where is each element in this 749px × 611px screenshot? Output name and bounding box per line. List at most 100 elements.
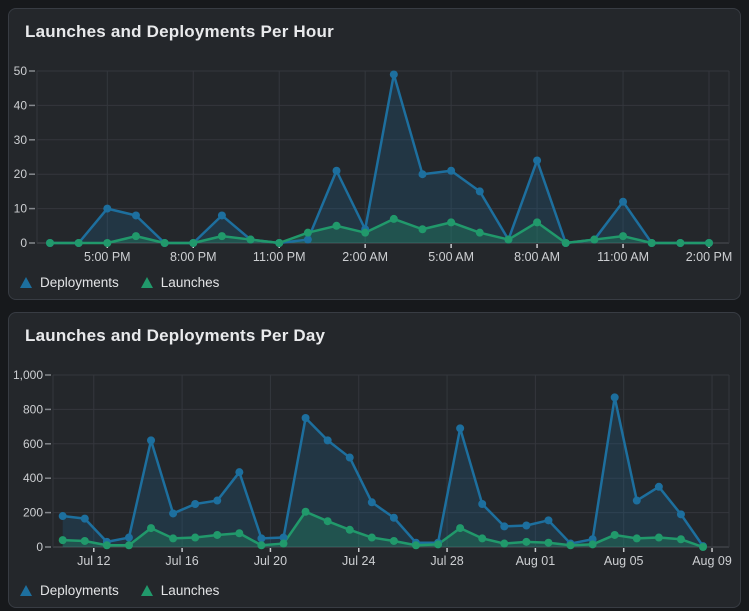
dot-deployments-3[interactable] [131,211,140,220]
dot-deployments-2[interactable] [103,204,112,213]
dot-deployments-13[interactable] [418,170,427,179]
dot-deployments-26[interactable] [632,496,641,505]
dot-deployments-10[interactable] [332,166,341,175]
dot-deployments-21[interactable] [522,521,531,530]
dot-deployments-18[interactable] [456,424,465,433]
dot-deployments-19[interactable] [478,500,487,508]
dot-launches-7[interactable] [213,530,222,539]
dot-launches-13[interactable] [345,525,354,534]
legend-item-deployments[interactable]: Deployments [20,275,119,290]
dot-launches-1[interactable] [80,536,89,545]
legend-label-deployments: Deployments [40,583,119,598]
dot-launches-21[interactable] [522,537,531,546]
dot-launches-11[interactable] [301,507,310,516]
dot-deployments-15[interactable] [475,187,484,196]
dot-launches-20[interactable] [619,232,628,241]
dot-deployments-20[interactable] [500,522,509,531]
dot-launches-23[interactable] [566,541,575,550]
dot-launches-25[interactable] [610,530,619,539]
dot-launches-7[interactable] [246,235,255,244]
dot-deployments-0[interactable] [58,512,67,521]
dot-launches-24[interactable] [588,540,597,549]
dot-launches-28[interactable] [676,535,685,544]
dot-deployments-22[interactable] [544,516,553,525]
daily-chart[interactable]: 0 200 400 600 800 1,000 Jul 12 Jul 16 Jul 20 Jul … [9,361,740,575]
legend-item-launches[interactable]: Launches [140,275,219,290]
x-axis-label: Jul 20 [254,554,287,568]
dot-deployments-6[interactable] [191,500,200,508]
dot-launches-9[interactable] [257,541,266,550]
dot-launches-17[interactable] [533,218,542,227]
dot-launches-5[interactable] [169,534,178,543]
dot-launches-4[interactable] [147,524,156,533]
dot-deployments-15[interactable] [389,513,398,522]
dot-launches-23[interactable] [704,239,713,247]
dot-deployments-12[interactable] [323,436,332,445]
dot-launches-22[interactable] [676,239,685,247]
dot-launches-18[interactable] [456,524,465,533]
dot-launches-9[interactable] [303,228,312,237]
dot-deployments-20[interactable] [619,197,628,206]
dot-launches-22[interactable] [544,538,553,547]
dot-deployments-8[interactable] [235,468,244,477]
dot-deployments-14[interactable] [447,166,456,175]
dot-launches-2[interactable] [102,541,111,550]
dot-deployments-7[interactable] [213,496,222,505]
dot-launches-19[interactable] [478,534,487,543]
dot-launches-5[interactable] [189,239,198,247]
dot-launches-0[interactable] [58,536,67,545]
dot-launches-16[interactable] [411,541,420,550]
dot-launches-11[interactable] [361,228,370,237]
dot-launches-13[interactable] [418,225,427,234]
hourly-chart[interactable]: 0 10 20 30 40 50 5:00 PM 8:00 PM 11:00 PM 2:00 AM… [9,57,740,271]
dot-deployments-9[interactable] [303,235,312,244]
dot-launches-1[interactable] [74,239,83,247]
dot-launches-18[interactable] [561,239,570,247]
dot-launches-16[interactable] [504,235,513,244]
dot-launches-27[interactable] [654,533,663,542]
dot-launches-12[interactable] [389,214,398,223]
dot-launches-12[interactable] [323,517,332,526]
dot-deployments-1[interactable] [80,514,89,523]
dot-launches-2[interactable] [103,239,112,247]
dot-deployments-9[interactable] [257,534,266,543]
dot-deployments-4[interactable] [147,436,156,445]
dot-launches-3[interactable] [131,232,140,241]
dot-deployments-6[interactable] [217,211,226,220]
dot-launches-10[interactable] [332,221,341,230]
dot-launches-4[interactable] [160,239,169,247]
dot-launches-21[interactable] [647,239,656,247]
dot-launches-14[interactable] [447,218,456,227]
legend-item-launches[interactable]: Launches [140,583,219,598]
dot-deployments-3[interactable] [124,533,133,542]
x-axis-label: 5:00 PM [84,250,131,264]
dot-deployments-25[interactable] [610,393,619,402]
dot-launches-8[interactable] [275,239,284,247]
dot-deployments-27[interactable] [654,482,663,491]
x-axis-label: 2:00 AM [342,250,388,264]
dot-launches-15[interactable] [475,228,484,237]
dot-launches-29[interactable] [699,543,708,551]
dot-deployments-28[interactable] [676,510,685,519]
dot-launches-10[interactable] [279,539,288,548]
dot-launches-20[interactable] [500,539,509,548]
dot-launches-15[interactable] [389,536,398,545]
dot-launches-17[interactable] [434,540,443,549]
dot-deployments-13[interactable] [345,453,354,462]
dot-launches-0[interactable] [46,239,54,247]
legend-item-deployments[interactable]: Deployments [20,583,119,598]
dot-launches-8[interactable] [235,529,244,538]
dot-deployments-12[interactable] [389,70,398,79]
dot-launches-19[interactable] [590,235,599,244]
dot-launches-14[interactable] [367,533,376,542]
dot-launches-6[interactable] [217,232,226,241]
dot-deployments-5[interactable] [169,509,178,518]
dot-launches-6[interactable] [191,533,200,542]
dot-launches-3[interactable] [124,541,133,550]
dot-deployments-17[interactable] [533,156,542,165]
dot-deployments-11[interactable] [301,414,310,422]
chart-card-daily: Launches and Deployments Per Day 0 200 400… [8,312,741,608]
y-axis-label: 20 [14,167,28,181]
dot-deployments-14[interactable] [367,498,376,507]
dot-launches-26[interactable] [632,534,641,543]
